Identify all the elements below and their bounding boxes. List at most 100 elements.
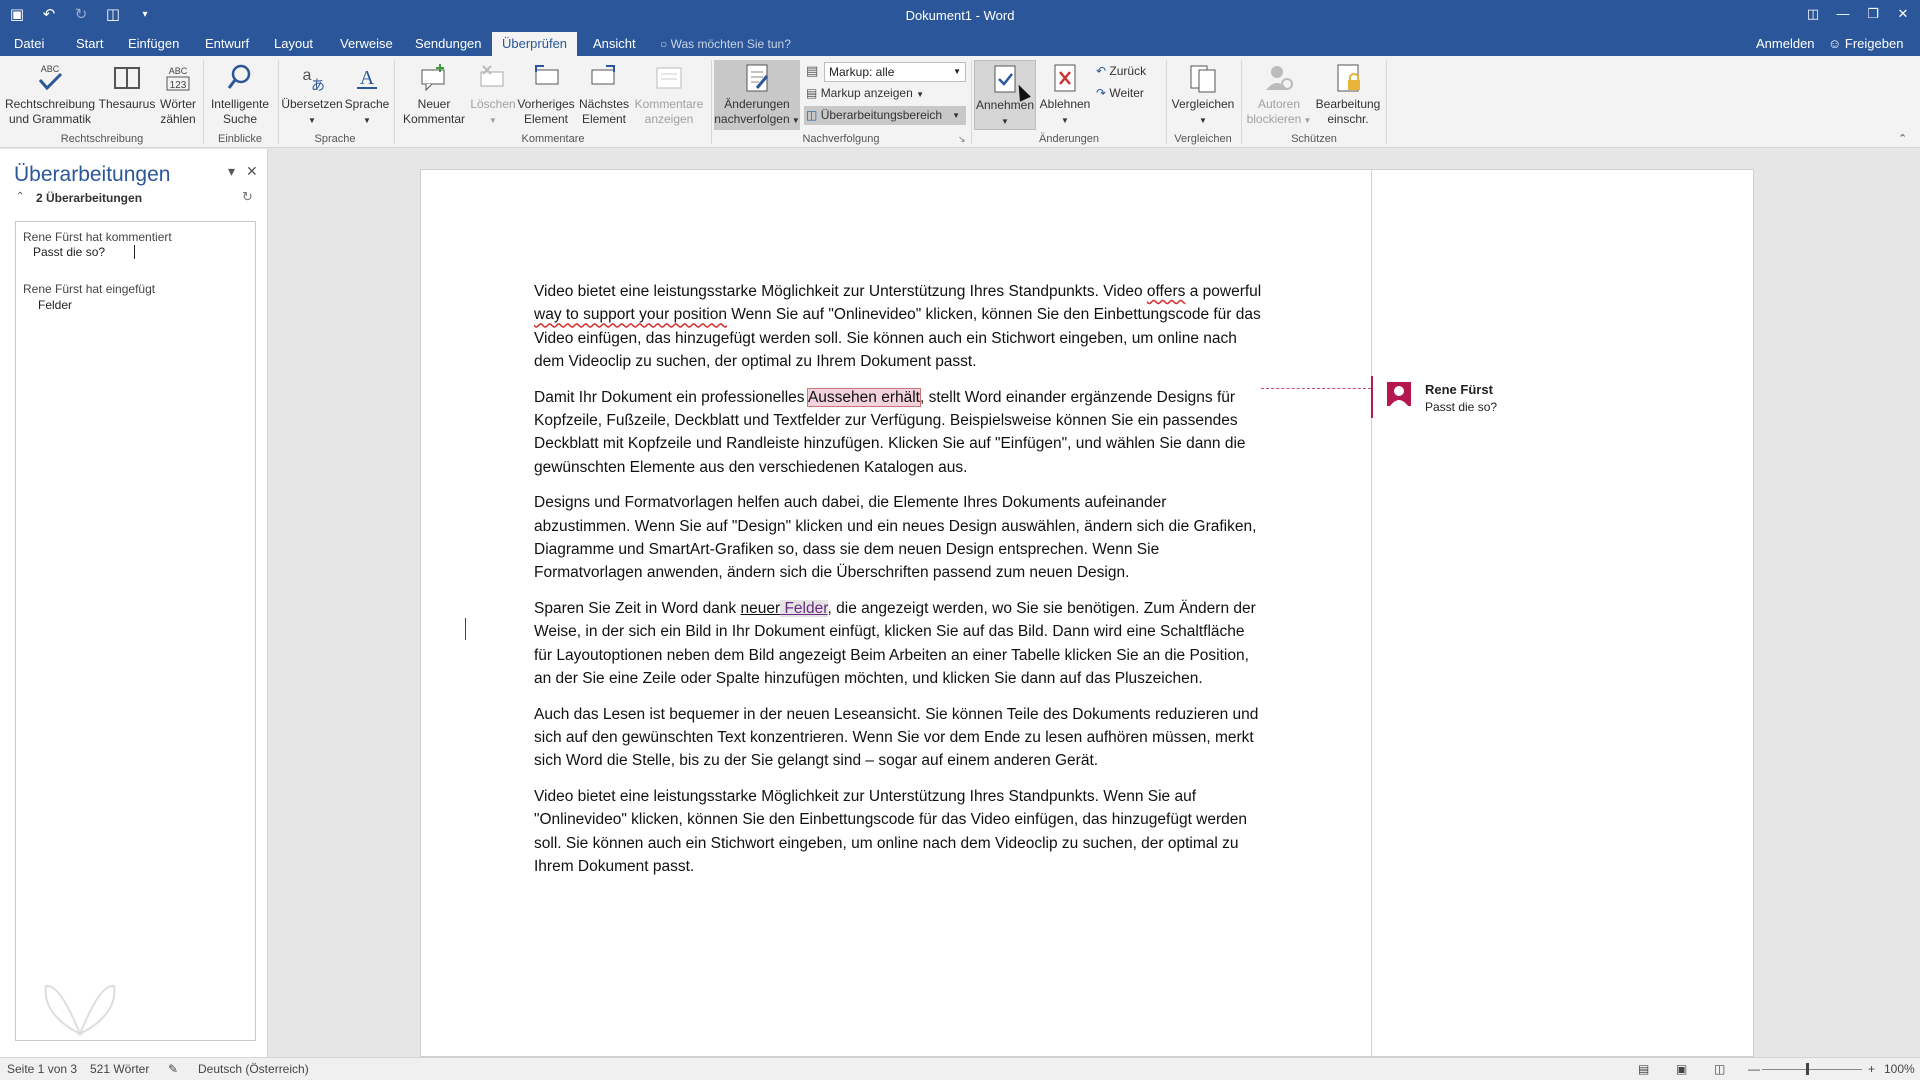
translate-button[interactable]: aあ Übersetzen ▼ — [280, 62, 344, 128]
close-pane-icon[interactable]: ✕ — [246, 163, 258, 180]
svg-text:ABC: ABC — [169, 66, 188, 76]
zoom-slider-thumb[interactable] — [1806, 1063, 1809, 1075]
paragraph[interactable]: Video bietet eine leistungsstarke Möglic… — [534, 280, 1264, 374]
tab-ansicht[interactable]: Ansicht — [583, 32, 646, 56]
document-page[interactable]: Video bietet eine leistungsstarke Möglic… — [420, 169, 1754, 1058]
paragraph[interactable]: Damit Ihr Dokument ein professionelles A… — [534, 386, 1264, 480]
word-count[interactable]: 521 Wörter — [90, 1062, 149, 1076]
spelling-line2: und Grammatik — [8, 112, 92, 126]
thesaurus-button[interactable]: Thesaurus — [98, 62, 156, 112]
zoom-level[interactable]: 100% — [1884, 1062, 1915, 1076]
spelling-error[interactable]: way to support your position — [534, 306, 727, 323]
reviewing-pane-label: Überarbeitungsbereich — [820, 108, 943, 122]
zoom-in-icon[interactable]: + — [1868, 1062, 1875, 1076]
next-change-button[interactable]: ↷ Weiter — [1096, 84, 1160, 103]
chevron-down-icon: ▼ — [953, 67, 961, 76]
print-layout-icon[interactable]: ▣ — [1676, 1062, 1687, 1076]
word-count-button[interactable]: ABC 123 Wörter zählen — [156, 62, 200, 127]
page-indicator[interactable]: Seite 1 von 3 — [7, 1062, 77, 1076]
tab-entwurf[interactable]: Entwurf — [195, 32, 259, 56]
zoom-out-icon[interactable]: — — [1748, 1062, 1760, 1076]
person-icon — [1390, 386, 1408, 406]
word-count-line1: Wörter — [160, 97, 196, 111]
new-comment-icon — [421, 64, 445, 92]
read-mode-icon[interactable]: ▤ — [1638, 1062, 1649, 1076]
text-run: a powerful — [1185, 283, 1262, 300]
spelling-error[interactable]: offers — [1147, 283, 1186, 300]
restore-icon[interactable]: ❐ — [1862, 2, 1884, 26]
markup-page-icon: ▤ — [806, 63, 819, 78]
restrict-editing-button[interactable]: Bearbeitung einschr. — [1312, 62, 1384, 127]
search-icon — [227, 64, 251, 89]
close-icon[interactable]: ✕ — [1892, 2, 1914, 26]
reject-button[interactable]: Ablehnen ▼ — [1036, 62, 1094, 128]
delete-comment-button[interactable]: Löschen ▼ — [468, 62, 518, 128]
revision-detail[interactable]: Felder — [38, 298, 72, 312]
block-authors-button[interactable]: Autoren blockieren ▼ — [1244, 62, 1314, 128]
zoom-slider[interactable] — [1762, 1069, 1862, 1070]
markup-select[interactable]: Markup: alle ▼ — [824, 62, 966, 82]
collapse-ribbon-icon[interactable]: ⌃ — [1898, 132, 1907, 145]
next-comment-button[interactable]: Nächstes Element — [576, 62, 632, 127]
paragraph[interactable]: Auch das Lesen ist bequemer in der neuen… — [534, 703, 1264, 773]
block-authors-line2: blockieren — [1246, 112, 1302, 126]
previous-change-button[interactable]: ↶ Zurück — [1096, 62, 1160, 81]
group-label-nachverfolgung: Nachverfolgung — [802, 133, 880, 145]
collapse-icon[interactable]: ⌃ — [16, 191, 24, 202]
ribbon: ABC Rechtschreibung und Grammatik Thesau… — [0, 56, 1920, 148]
comment-text[interactable]: Passt die so? — [1425, 400, 1497, 414]
text-caret — [134, 245, 135, 259]
signin-link[interactable]: Anmelden — [1756, 32, 1815, 56]
spelling-grammar-button[interactable]: ABC Rechtschreibung und Grammatik — [4, 62, 96, 127]
inserted-text[interactable]: Felder — [780, 599, 828, 617]
window-title: Dokument1 - Word — [905, 8, 1015, 23]
paragraph[interactable]: Designs und Formatvorlagen helfen auch d… — [534, 491, 1264, 585]
document-body[interactable]: Video bietet eine leistungsstarke Möglic… — [534, 280, 1264, 890]
tab-layout[interactable]: Layout — [264, 32, 323, 56]
ribbon-display-icon[interactable]: ◫ — [1802, 2, 1824, 26]
group-label-vergleichen: Vergleichen — [1174, 133, 1232, 145]
web-layout-icon[interactable]: ◫ — [1714, 1062, 1725, 1076]
smart-lookup-button[interactable]: Intelligente Suche — [206, 62, 274, 127]
show-comments-button[interactable]: Kommentare anzeigen — [630, 62, 708, 127]
markup-dropdown-icon-wrap: ▤ — [806, 63, 822, 79]
pane-options-icon[interactable]: ▾ — [228, 163, 235, 180]
spelling-line1: Rechtschreibung — [4, 97, 96, 111]
track-changes-button[interactable]: Änderungen nachverfolgen ▼ — [714, 60, 800, 130]
person-icon: ☺ — [1828, 36, 1842, 51]
refresh-icon[interactable]: ↻ — [242, 189, 253, 205]
revision-author-action[interactable]: Rene Fürst hat eingefügt — [23, 282, 155, 296]
minimize-icon[interactable]: — — [1832, 2, 1854, 26]
tell-me-placeholder: Was möchten Sie tun? — [670, 37, 791, 51]
comment-balloon[interactable]: Rene Fürst Passt die so? — [1371, 376, 1671, 418]
paragraph[interactable]: Video bietet eine leistungsstarke Möglic… — [534, 785, 1264, 879]
tab-start[interactable]: Start — [66, 32, 113, 56]
reject-icon — [1054, 64, 1076, 92]
tab-ueberpruefen[interactable]: Überprüfen — [492, 32, 578, 56]
translate-icon: aあ — [303, 67, 325, 93]
tab-verweise[interactable]: Verweise — [330, 32, 403, 56]
show-markup-button[interactable]: ▤ Markup anzeigen ▼ — [806, 84, 966, 103]
reviewing-pane-button[interactable]: ◫ Überarbeitungsbereich ▼ — [804, 106, 966, 125]
markup-area-border — [1371, 170, 1372, 1058]
text-run: neuer — [740, 599, 781, 617]
title-bar: ▣ ↶ ↻ ◫ ▾ Dokument1 - Word ◫ — ❐ ✕ — [0, 0, 1920, 32]
commented-text[interactable]: Aussehen erhält — [806, 387, 922, 407]
text-run: Sparen Sie Zeit in Word dank — [534, 599, 741, 617]
compare-button[interactable]: Vergleichen ▼ — [1168, 62, 1238, 128]
share-button[interactable]: ☺ Freigeben — [1828, 32, 1903, 56]
tab-datei[interactable]: Datei — [4, 32, 54, 56]
paragraph[interactable]: Sparen Sie Zeit in Word dank neuer Felde… — [534, 597, 1264, 691]
tell-me-box[interactable]: ○ Was möchten Sie tun? — [660, 32, 791, 56]
revision-author-action[interactable]: Rene Fürst hat kommentiert — [23, 230, 172, 244]
tab-einfuegen[interactable]: Einfügen — [118, 32, 189, 56]
revisions-count: 2 Überarbeitungen — [36, 191, 143, 205]
tab-sendungen[interactable]: Sendungen — [405, 32, 492, 56]
revision-detail[interactable]: Passt die so? — [33, 245, 105, 259]
language-indicator[interactable]: Deutsch (Österreich) — [198, 1062, 309, 1076]
new-comment-button[interactable]: Neuer Kommentar — [398, 62, 470, 127]
language-button[interactable]: A Sprache ▼ — [344, 62, 390, 128]
previous-comment-button[interactable]: Vorheriges Element — [516, 62, 576, 127]
proofing-icon[interactable]: ✎ — [168, 1062, 178, 1076]
dialog-launcher-icon[interactable]: ↘ — [958, 134, 966, 145]
